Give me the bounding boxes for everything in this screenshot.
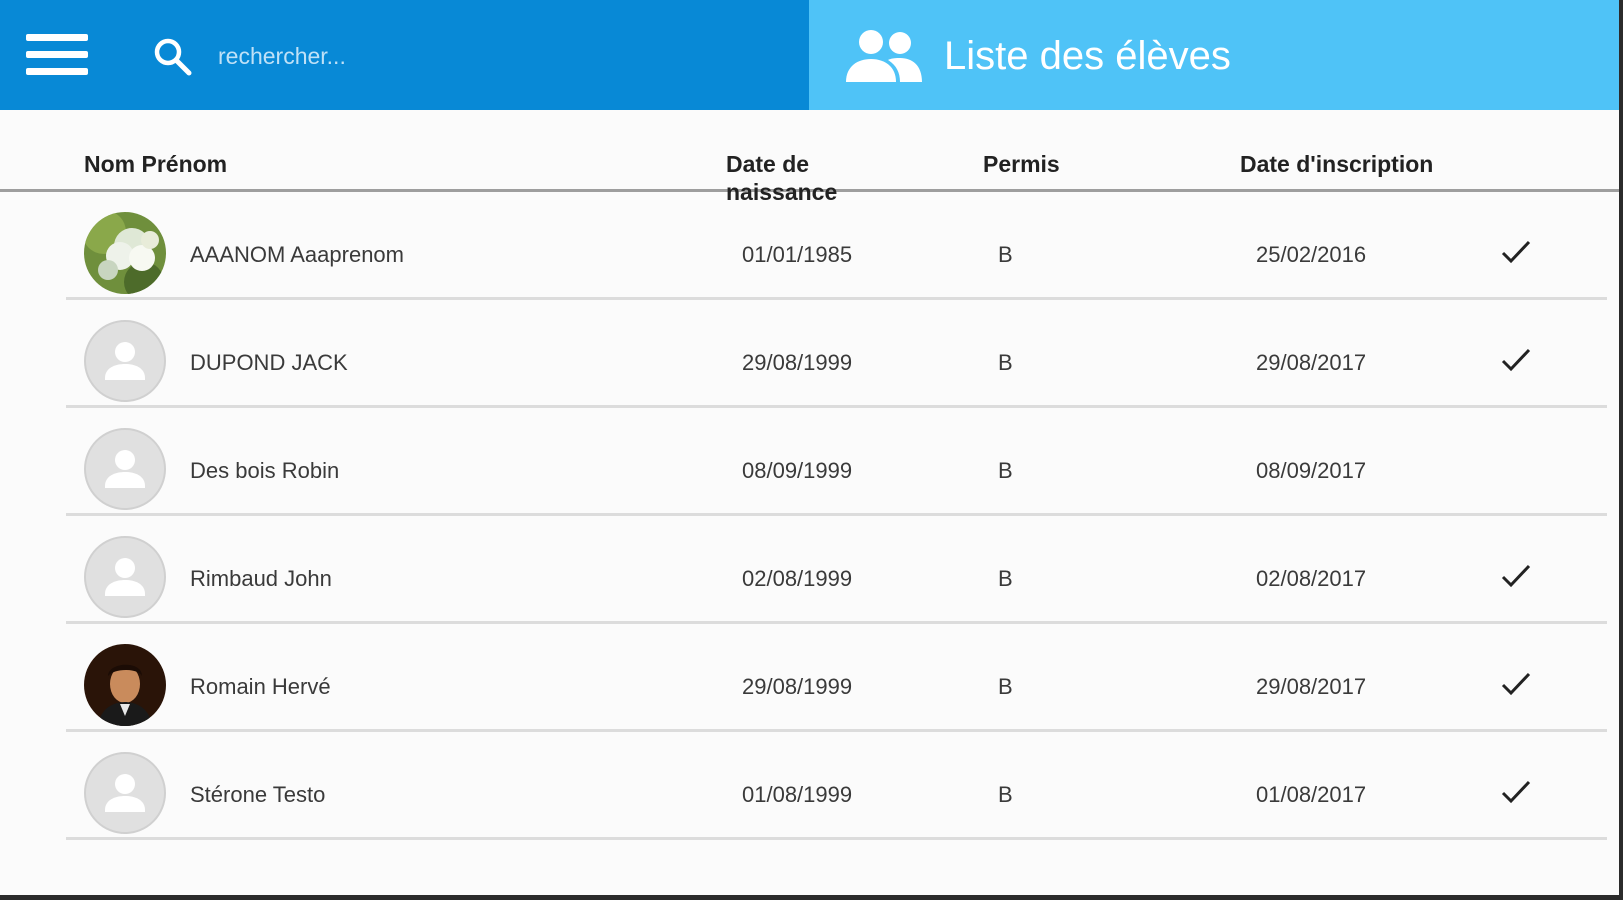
birth-date: 01/01/1985	[742, 242, 853, 267]
registration-date: 29/08/2017	[1256, 350, 1367, 375]
avatar	[84, 536, 166, 618]
group-people-icon	[846, 30, 922, 82]
permis-type: B	[998, 566, 1013, 591]
table-row[interactable]: Romain Hervé 29/08/1999 B 29/08/2017	[66, 624, 1607, 732]
default-person-icon	[105, 450, 145, 488]
avatar	[84, 320, 166, 402]
birth-date: 08/09/1999	[742, 458, 853, 483]
registration-date: 25/02/2016	[1256, 242, 1367, 267]
student-name: Stérone Testo	[190, 782, 326, 807]
default-person-icon	[105, 774, 145, 812]
search-bar-area	[0, 0, 809, 110]
student-name: Rimbaud John	[190, 566, 332, 591]
registration-date: 29/08/2017	[1256, 674, 1367, 699]
birth-date: 29/08/1999	[742, 674, 853, 699]
avatar	[84, 752, 166, 834]
column-header-name[interactable]: Nom Prénom	[84, 150, 227, 178]
student-name: Romain Hervé	[190, 674, 331, 699]
checkmark-icon	[1500, 562, 1532, 590]
table-header: Nom Prénom Date de naissance Permis Date…	[0, 110, 1619, 205]
default-person-icon	[105, 558, 145, 596]
default-person-icon	[105, 342, 145, 380]
page-title: Liste des élèves	[944, 34, 1231, 78]
registration-date: 02/08/2017	[1256, 566, 1367, 591]
birth-date: 29/08/1999	[742, 350, 853, 375]
search-input[interactable]	[218, 36, 738, 76]
checkmark-icon	[1500, 778, 1532, 806]
column-header-registration-date[interactable]: Date d'inscription	[1240, 150, 1433, 178]
avatar	[84, 428, 166, 510]
birth-date: 02/08/1999	[742, 566, 853, 591]
checkmark-icon	[1500, 670, 1532, 698]
table-row[interactable]: DUPOND JACK 29/08/1999 B 29/08/2017	[66, 300, 1607, 408]
permis-type: B	[998, 458, 1013, 483]
column-header-permis[interactable]: Permis	[983, 150, 1060, 178]
top-app-bar: Liste des élèves	[0, 0, 1619, 110]
students-table-body: AAANOM Aaaprenom 01/01/1985 B 25/02/2016…	[0, 192, 1619, 840]
permis-type: B	[998, 242, 1013, 267]
checkmark-icon	[1500, 346, 1532, 374]
man-portrait-photo-icon	[84, 644, 166, 726]
permis-type: B	[998, 350, 1013, 375]
hamburger-menu-icon[interactable]	[20, 28, 92, 84]
table-row[interactable]: Rimbaud John 02/08/1999 B 02/08/2017	[66, 516, 1607, 624]
student-name: Des bois Robin	[190, 458, 340, 483]
birth-date: 01/08/1999	[742, 782, 853, 807]
avatar	[84, 644, 166, 726]
search-icon[interactable]	[152, 36, 194, 78]
table-row[interactable]: Stérone Testo 01/08/1999 B 01/08/2017	[66, 732, 1607, 840]
flowers-photo-icon	[84, 212, 166, 294]
checkmark-icon	[1500, 238, 1532, 266]
table-row[interactable]: AAANOM Aaaprenom 01/01/1985 B 25/02/2016	[66, 192, 1607, 300]
permis-type: B	[998, 674, 1013, 699]
permis-type: B	[998, 782, 1013, 807]
registration-date: 08/09/2017	[1256, 458, 1367, 483]
title-bar-area: Liste des élèves	[809, 0, 1619, 110]
student-name: DUPOND JACK	[190, 350, 348, 375]
app-window: Liste des élèves Nom Prénom Date de nais…	[0, 0, 1619, 895]
student-name: AAANOM Aaaprenom	[190, 242, 404, 267]
registration-date: 01/08/2017	[1256, 782, 1367, 807]
avatar	[84, 212, 166, 294]
table-row[interactable]: Des bois Robin 08/09/1999 B 08/09/2017	[66, 408, 1607, 516]
